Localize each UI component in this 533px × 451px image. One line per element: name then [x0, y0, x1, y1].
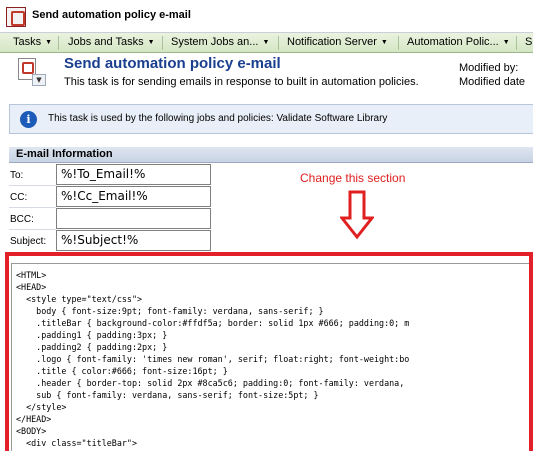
- menu-jobs-and-tasks[interactable]: Jobs and Tasks ▼: [68, 36, 155, 48]
- code-line: body { font-size:9pt; font-family: verda…: [16, 306, 324, 316]
- cc-label: CC:: [10, 192, 28, 203]
- chevron-down-icon: ▼: [262, 39, 270, 46]
- row-divider: [9, 207, 56, 208]
- cc-field[interactable]: %!Cc_Email!%: [56, 186, 211, 207]
- menu-label: Automation Polic...: [407, 36, 499, 48]
- code-line: </style>: [16, 402, 67, 412]
- chevron-down-icon: ▼: [147, 39, 155, 46]
- code-line: .padding2 { padding:2px; }: [16, 342, 168, 352]
- code-line: .padding1 { padding:3px; }: [16, 330, 168, 340]
- arrow-down-icon: [340, 190, 374, 240]
- code-line: .title { color:#666; font-size:16pt; }: [16, 366, 228, 376]
- code-line: <HTML>: [16, 270, 47, 280]
- menu-automation-policies[interactable]: Automation Polic... ▼: [407, 36, 510, 48]
- chevron-down-icon: ▼: [32, 74, 46, 86]
- email-body-editor[interactable]: <HTML> <HEAD> <style type="text/css"> bo…: [5, 252, 533, 451]
- menu-divider: [58, 36, 59, 50]
- menu-label: System Jobs an...: [171, 36, 259, 48]
- code-line: .logo { font-family: 'times new roman', …: [16, 354, 410, 364]
- subject-field[interactable]: %!Subject!%: [56, 230, 211, 251]
- to-label: To:: [10, 170, 24, 181]
- code-line: <style type="text/css">: [16, 294, 143, 304]
- menu-label: Tasks: [13, 36, 42, 48]
- code-line: .titleBar { background-color:#ffdf5a; bo…: [16, 318, 410, 328]
- info-banner: i This task is used by the following job…: [9, 104, 533, 134]
- menu-label: Notification Server: [287, 36, 377, 48]
- menu-label: S: [525, 36, 533, 48]
- code-line: <div class="titleBar">: [16, 438, 138, 448]
- chevron-down-icon: ▼: [45, 39, 53, 46]
- menu-divider: [398, 36, 399, 50]
- email-body-textarea[interactable]: <HTML> <HEAD> <style type="text/css"> bo…: [11, 263, 529, 451]
- menu-bar: Tasks ▼ Jobs and Tasks ▼ System Jobs an...…: [0, 33, 533, 53]
- code-line: </HEAD>: [16, 414, 52, 424]
- task-icon: [6, 7, 26, 27]
- to-field[interactable]: %!To_Email!%: [56, 164, 211, 185]
- code-line: sub { font-family: verdana, sans-serif; …: [16, 390, 319, 400]
- code-line: <BODY>: [16, 426, 47, 436]
- section-title: E-mail Information: [16, 148, 113, 160]
- page-title: Send automation policy e-mail: [64, 55, 281, 72]
- menu-notification-server[interactable]: Notification Server ▼: [287, 36, 388, 48]
- row-divider: [9, 229, 56, 230]
- menu-system-jobs[interactable]: System Jobs an... ▼: [171, 36, 269, 48]
- subject-label: Subject:: [10, 236, 47, 247]
- bcc-field[interactable]: [56, 208, 211, 229]
- menu-divider: [516, 36, 517, 50]
- window-title: Send automation policy e-mail: [32, 9, 191, 21]
- code-line: <HEAD>: [16, 282, 47, 292]
- row-divider: [9, 185, 56, 186]
- menu-overflow[interactable]: S: [525, 36, 532, 48]
- modified-by-label: Modified by:: [459, 62, 519, 74]
- menu-label: Jobs and Tasks: [68, 36, 144, 48]
- menu-divider: [162, 36, 163, 50]
- annotation-text: Change this section: [300, 171, 406, 185]
- info-icon: i: [20, 111, 37, 128]
- chevron-down-icon: ▼: [502, 39, 510, 46]
- bcc-label: BCC:: [10, 214, 34, 225]
- menu-divider: [278, 36, 279, 50]
- info-banner-text: This task is used by the following jobs …: [48, 113, 388, 124]
- code-line: .header { border-top: solid 2px #8ca5c6;…: [16, 378, 405, 388]
- email-information-header: E-mail Information: [9, 147, 533, 163]
- menu-tasks[interactable]: Tasks ▼: [13, 36, 52, 48]
- title-bar: Send automation policy e-mail: [0, 0, 533, 33]
- chevron-down-icon: ▼: [380, 39, 388, 46]
- modified-date-label: Modified date: [459, 76, 526, 88]
- task-type-icon[interactable]: ▼: [18, 58, 46, 86]
- page-description: This task is for sending emails in respo…: [64, 76, 419, 88]
